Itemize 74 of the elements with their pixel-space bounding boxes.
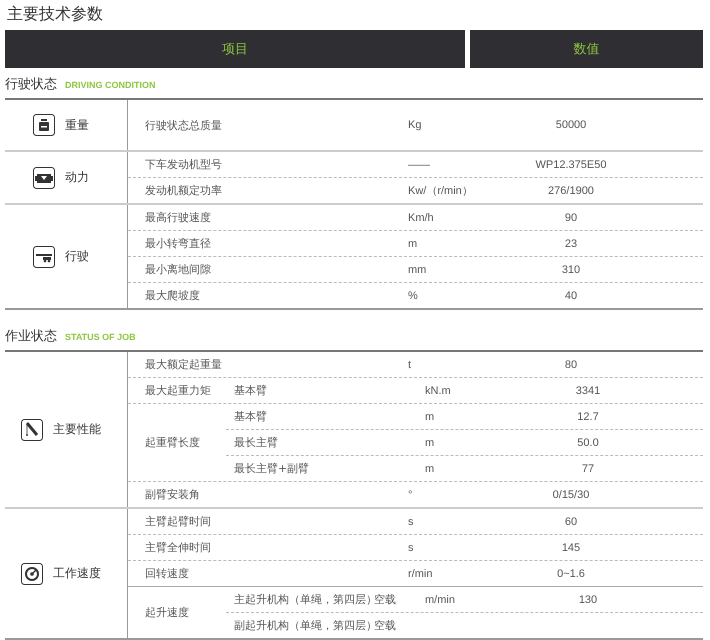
value-cell-text: WP12.375E50 — [534, 158, 608, 170]
unit-cell-text: —— — [408, 158, 431, 170]
unit-cell-text: m — [425, 436, 436, 448]
param-label: 发动机额定功率 — [144, 183, 223, 198]
condition-label: 空载 — [374, 592, 397, 607]
unit-cell-text: r/min — [408, 568, 434, 580]
value-cell-text: 145 — [560, 542, 582, 554]
unit-cell-text: mm — [408, 264, 428, 276]
unit-cell-text: s — [408, 516, 414, 528]
sub-param-label: 最长主臂+副臂 — [233, 461, 310, 476]
value-cell-text: 130 — [578, 594, 598, 606]
unit-cell-text: t — [408, 358, 412, 370]
unit-cell-text: m/min — [425, 594, 456, 606]
sub-param-label: 副起升机构（单绳，第四层） — [233, 618, 374, 633]
unit-cell-text: Kw/（r/min） — [408, 184, 474, 198]
gauge-icon — [21, 562, 43, 584]
weight-icon — [33, 114, 55, 136]
param-label: 最大爬坡度 — [144, 288, 201, 303]
group-name: 重量 — [65, 116, 89, 134]
crane-icon — [21, 418, 43, 440]
param-label: 起重臂长度 — [144, 435, 201, 450]
param-label: 回转速度 — [144, 566, 190, 581]
page-title: 主要技术参数 — [6, 3, 104, 25]
value-cell-text: 60 — [564, 516, 578, 528]
param-label: 下车发动机型号 — [144, 157, 223, 172]
param-label: 最高行驶速度 — [144, 210, 212, 225]
value-cell-text: 50000 — [554, 119, 588, 131]
value-cell-text: 90 — [564, 212, 578, 224]
sub-param-label: 主起升机构（单绳，第四层） — [233, 592, 374, 607]
sub-param-label: 最长主臂 — [233, 435, 279, 450]
param-label: 主臂全伸时间 — [144, 540, 212, 555]
unit-cell-text: kN.m — [425, 384, 452, 396]
value-cell-text: 50.0 — [576, 436, 600, 448]
vehicle-icon — [33, 246, 55, 268]
param-label: 最大起重力矩 — [144, 383, 212, 398]
column-header: 项目 — [5, 30, 465, 68]
unit-cell-text: % — [408, 290, 419, 302]
param-label: 起升速度 — [144, 605, 190, 620]
unit-cell-text: m — [408, 238, 418, 250]
value-cell-text: 23 — [564, 238, 578, 250]
param-label: 行驶状态总质量 — [144, 118, 223, 132]
group-name: 主要性能 — [53, 421, 101, 438]
param-label: 主臂起臂时间 — [144, 514, 212, 529]
engine-icon — [33, 166, 55, 188]
param-label: 最大额定起重量 — [144, 357, 223, 372]
value-cell-text: 80 — [564, 358, 578, 370]
unit-cell-text: Kg — [408, 119, 422, 131]
column-header: 数值 — [470, 30, 703, 68]
sub-param-label: 基本臂 — [233, 409, 268, 424]
unit-cell-text: ° — [408, 488, 414, 500]
group-name: 动力 — [65, 169, 89, 186]
value-cell-text: 0/15/30 — [552, 488, 590, 500]
param-label: 副臂安装角 — [144, 487, 201, 502]
value-cell-text: 12.7 — [576, 410, 600, 422]
param-label: 最小转弯直径 — [144, 236, 212, 251]
unit-cell-text: s — [408, 542, 414, 554]
unit-cell-text: Km/h — [408, 212, 435, 224]
unit-cell-text: m — [425, 462, 436, 474]
group-name: 工作速度 — [53, 565, 101, 582]
value-cell-text: 3341 — [574, 384, 602, 396]
value-cell-text: 40 — [564, 290, 578, 302]
condition-label: 空载 — [374, 618, 397, 633]
group-name: 行驶 — [65, 248, 89, 265]
sub-param-label: 基本臂 — [233, 383, 268, 398]
unit-cell-text: m — [425, 410, 436, 422]
value-cell-text: 310 — [560, 264, 582, 276]
param-label: 最小离地间隙 — [144, 262, 212, 277]
value-cell-text: 77 — [580, 462, 596, 474]
value-cell-text: 276/1900 — [547, 184, 595, 196]
section-subtitle: STATUS OF JOB — [65, 332, 136, 342]
section-subtitle: DRIVING CONDITION — [65, 80, 156, 90]
section-title: 作业状态 — [5, 328, 57, 345]
section-title: 行驶状态 — [5, 76, 57, 93]
value-cell-text: 0~1.6 — [556, 568, 586, 580]
